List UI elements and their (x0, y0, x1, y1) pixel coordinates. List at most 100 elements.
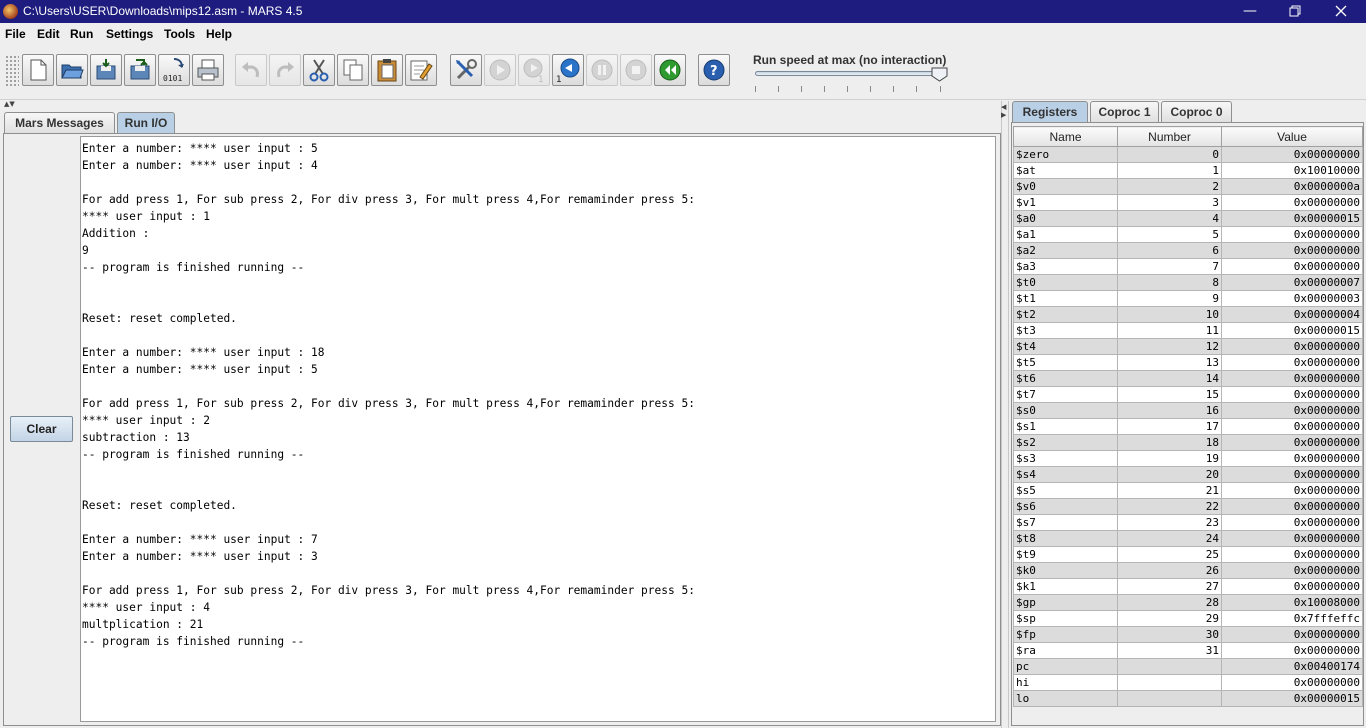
run-button[interactable] (484, 54, 516, 86)
print-button[interactable] (192, 54, 224, 86)
register-row[interactable]: $s1 17 0x00000000 (1013, 418, 1363, 435)
register-row[interactable]: $gp 28 0x10008000 (1013, 594, 1363, 611)
register-row[interactable]: $at 1 0x10010000 (1013, 162, 1363, 179)
register-row[interactable]: lo 0x00000015 (1013, 690, 1363, 707)
tab-coproc-0[interactable]: Coproc 0 (1161, 101, 1232, 122)
reset-icon (659, 59, 681, 81)
console-line: For add press 1, For sub press 2, For di… (82, 584, 695, 597)
run-speed-slider[interactable] (755, 71, 942, 76)
register-row[interactable]: $ra 31 0x00000000 (1013, 642, 1363, 659)
register-value: 0x7fffeffc (1221, 610, 1363, 627)
copy-button[interactable] (337, 54, 369, 86)
register-row[interactable]: pc 0x00400174 (1013, 658, 1363, 675)
register-value: 0x00000000 (1221, 626, 1363, 643)
find-replace-button[interactable] (405, 54, 437, 86)
register-name: $zero (1013, 146, 1118, 163)
clear-button[interactable]: Clear (10, 416, 73, 442)
save-file-button[interactable] (90, 54, 122, 86)
menu-edit[interactable]: Edit (37, 27, 60, 41)
run-speed-slider-thumb[interactable] (931, 67, 948, 82)
register-number: 3 (1117, 194, 1222, 211)
menu-help[interactable]: Help (206, 27, 232, 41)
register-row[interactable]: $k0 26 0x00000000 (1013, 562, 1363, 579)
register-row[interactable]: $v0 2 0x0000000a (1013, 178, 1363, 195)
register-row[interactable]: $a3 7 0x00000000 (1013, 258, 1363, 275)
register-row[interactable]: $a1 5 0x00000000 (1013, 226, 1363, 243)
register-row[interactable]: $t8 24 0x00000000 (1013, 530, 1363, 547)
register-row[interactable]: $t1 9 0x00000003 (1013, 290, 1363, 307)
pause-button[interactable] (586, 54, 618, 86)
register-row[interactable]: $k1 27 0x00000000 (1013, 578, 1363, 595)
new-file-button[interactable] (22, 54, 54, 86)
tab-mars-messages[interactable]: Mars Messages (4, 112, 115, 133)
menu-run[interactable]: Run (70, 27, 93, 41)
open-file-button[interactable] (56, 54, 88, 86)
dump-memory-button[interactable]: 0101 (158, 54, 190, 86)
restore-button[interactable] (1272, 0, 1318, 23)
register-row[interactable]: $a2 6 0x00000000 (1013, 242, 1363, 259)
cut-button[interactable] (303, 54, 335, 86)
register-row[interactable]: $t7 15 0x00000000 (1013, 386, 1363, 403)
register-row[interactable]: $s7 23 0x00000000 (1013, 514, 1363, 531)
paste-button[interactable] (371, 54, 403, 86)
menu-settings[interactable]: Settings (106, 27, 153, 41)
tab-coproc-1[interactable]: Coproc 1 (1090, 101, 1159, 122)
toolbar-grip[interactable] (5, 55, 19, 87)
console-line: **** user input : 4 (82, 601, 210, 614)
close-button[interactable] (1318, 0, 1364, 23)
stop-button[interactable] (620, 54, 652, 86)
undo-button[interactable] (235, 54, 267, 86)
column-header-name[interactable]: Name (1013, 126, 1118, 147)
reset-button[interactable] (654, 54, 686, 86)
split-pane-toggle[interactable]: ▲▼ (4, 100, 15, 108)
save-as-button[interactable] (124, 54, 156, 86)
register-row[interactable]: $t6 14 0x00000000 (1013, 370, 1363, 387)
register-row[interactable]: $a0 4 0x00000015 (1013, 210, 1363, 227)
vertical-split-divider[interactable] (1001, 101, 1009, 728)
assemble-button[interactable] (450, 54, 482, 86)
tab-registers[interactable]: Registers (1012, 101, 1088, 122)
register-row[interactable]: $s0 16 0x00000000 (1013, 402, 1363, 419)
column-header-value[interactable]: Value (1221, 126, 1363, 147)
menu-file[interactable]: File (5, 27, 26, 41)
column-header-number[interactable]: Number (1117, 126, 1222, 147)
register-name: hi (1013, 674, 1118, 691)
register-row[interactable]: $t3 11 0x00000015 (1013, 322, 1363, 339)
register-row[interactable]: $t4 12 0x00000000 (1013, 338, 1363, 355)
register-number: 16 (1117, 402, 1222, 419)
register-row[interactable]: $zero 0 0x00000000 (1013, 146, 1363, 163)
minimize-button[interactable]: — (1227, 0, 1273, 23)
register-number: 24 (1117, 530, 1222, 547)
register-number: 13 (1117, 354, 1222, 371)
register-name: $k1 (1013, 578, 1118, 595)
menu-tools[interactable]: Tools (164, 27, 195, 41)
help-button[interactable]: ? (698, 54, 730, 86)
register-row[interactable]: $s3 19 0x00000000 (1013, 450, 1363, 467)
tab-run-io[interactable]: Run I/O (117, 112, 175, 133)
open-icon (61, 64, 84, 79)
run-io-console[interactable]: Enter a number: **** user input : 5 Enter… (80, 136, 996, 722)
register-row[interactable]: $v1 3 0x00000000 (1013, 194, 1363, 211)
register-row[interactable]: $sp 29 0x7fffeffc (1013, 610, 1363, 627)
register-row[interactable]: $s2 18 0x00000000 (1013, 434, 1363, 451)
register-name: $ra (1013, 642, 1118, 659)
register-row[interactable]: $s4 20 0x00000000 (1013, 466, 1363, 483)
redo-button[interactable] (269, 54, 301, 86)
step-button[interactable]: 1 (518, 54, 550, 86)
register-row[interactable]: $t5 13 0x00000000 (1013, 354, 1363, 371)
register-name: $a1 (1013, 226, 1118, 243)
register-row[interactable]: hi 0x00000000 (1013, 674, 1363, 691)
register-row[interactable]: $t0 8 0x00000007 (1013, 274, 1363, 291)
register-row[interactable]: $s5 21 0x00000000 (1013, 482, 1363, 499)
register-value: 0x00000015 (1221, 322, 1363, 339)
register-row[interactable]: $t2 10 0x00000004 (1013, 306, 1363, 323)
backstep-icon: 1 (556, 58, 580, 83)
vertical-split-toggle[interactable]: ◀ ▶ (1001, 103, 1006, 119)
register-row[interactable]: $s6 22 0x00000000 (1013, 498, 1363, 515)
register-row[interactable]: $fp 30 0x00000000 (1013, 626, 1363, 643)
backstep-button[interactable]: 1 (552, 54, 584, 86)
register-number: 21 (1117, 482, 1222, 499)
register-row[interactable]: $t9 25 0x00000000 (1013, 546, 1363, 563)
